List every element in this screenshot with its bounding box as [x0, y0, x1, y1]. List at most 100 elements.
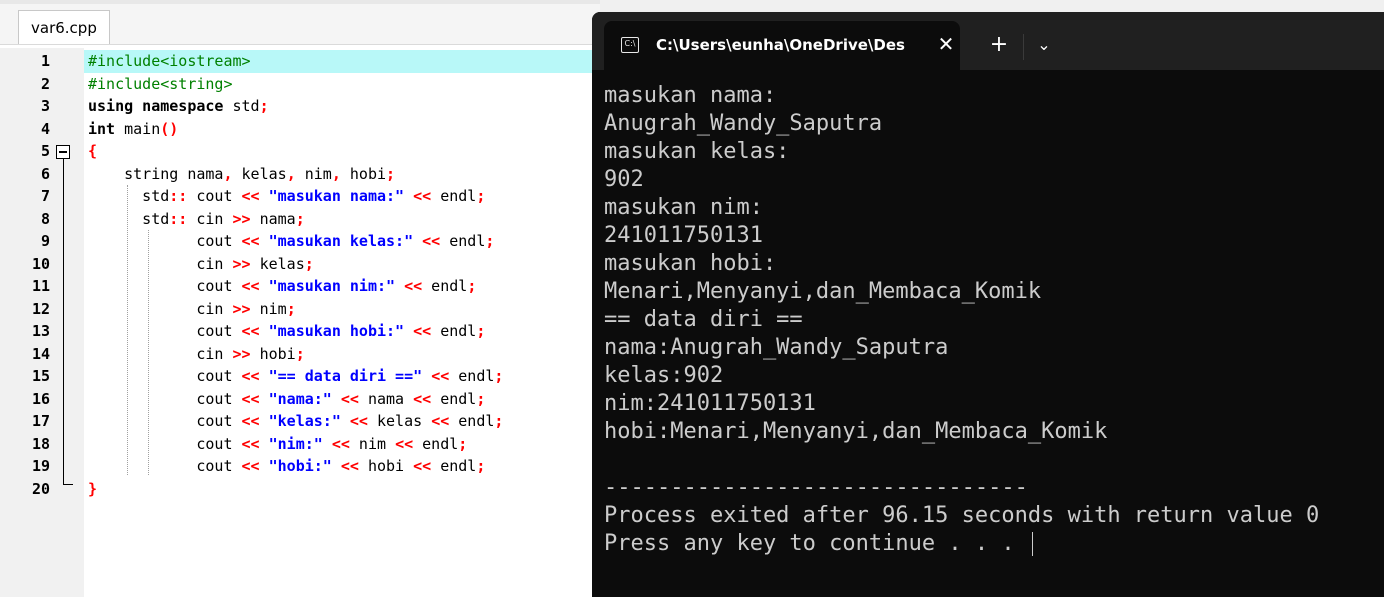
file-tab-var6[interactable]: var6.cpp	[18, 10, 110, 44]
terminal-window: C:\ C:\Users\eunha\OneDrive\Desktop\var6…	[592, 12, 1384, 597]
terminal-line: nama:Anugrah_Wandy_Saputra	[604, 334, 1374, 362]
code-token: string nama	[88, 164, 224, 183]
code-line: 18 cout << "nim:" << nim << endl;	[0, 433, 600, 456]
code-token: nim	[349, 434, 396, 453]
code-token: <<	[413, 389, 432, 408]
code-token: <<	[241, 187, 260, 205]
code-token: "masukan nim:"	[268, 277, 396, 295]
code-token: ::	[169, 209, 188, 228]
code-token: hobi	[250, 344, 296, 363]
code-token: endl	[431, 389, 477, 408]
code-token: >>	[232, 299, 251, 318]
code-token: endl	[413, 434, 459, 453]
line-number: 16	[31, 389, 50, 408]
code-token: #include<iostream>	[88, 52, 251, 70]
code-token: <<	[349, 412, 368, 430]
text-cursor	[1031, 532, 1033, 556]
terminal-line-text: kelas:902	[604, 363, 724, 388]
terminal-line-text: hobi:Menari,Menyanyi,dan_Membaca_Komik	[604, 419, 1108, 444]
terminal-icon: C:\	[621, 37, 639, 53]
chevron-down-icon[interactable]: ⌄	[1032, 26, 1056, 64]
code-token: nim	[250, 299, 287, 318]
code-token: <<	[431, 367, 450, 385]
code-token: <<	[241, 412, 260, 430]
terminal-line: masukan kelas:	[604, 138, 1374, 166]
terminal-line: 241011750131	[604, 222, 1374, 250]
code-token: ;	[476, 322, 486, 340]
terminal-output[interactable]: masukan nama: Anugrah_Wandy_Saputra masuka…	[604, 82, 1374, 558]
terminal-line: masukan nim:	[604, 194, 1374, 222]
code-line: 12 cin >> nim;	[0, 298, 600, 321]
code-token: <<	[413, 457, 432, 475]
code-token: <<	[241, 434, 260, 453]
terminal-line-text: --------------------------------	[604, 475, 1028, 500]
code-token: <<	[241, 277, 260, 295]
code-token: ,	[331, 164, 341, 183]
close-tab-icon[interactable]: ✕	[934, 21, 958, 70]
line-number: 14	[31, 344, 50, 363]
line-number: 17	[31, 412, 50, 430]
terminal-line: kelas:902	[604, 362, 1374, 390]
code-token: cout	[187, 187, 242, 205]
terminal-line: Menari,Menyanyi,dan_Membaca_Komik	[604, 278, 1374, 306]
code-token: <<	[422, 232, 441, 250]
terminal-line-text: nim:241011750131	[604, 391, 816, 416]
code-token: }	[88, 479, 98, 498]
code-text: cin >> kelas;	[88, 253, 313, 276]
code-token: int	[88, 119, 116, 138]
code-token: ()	[160, 119, 179, 138]
code-line: 2 #include<string>	[0, 73, 600, 96]
code-token: endl	[431, 457, 477, 475]
code-token: >>	[232, 209, 251, 228]
code-token: ,	[223, 164, 233, 183]
code-token: <<	[413, 322, 432, 340]
code-line: 19 cout << "hobi:" << hobi << endl;	[0, 455, 600, 478]
code-token: hobi	[358, 457, 414, 475]
code-token: ;	[485, 232, 495, 250]
code-line: 16 cout << "nama:" << nama << endl;	[0, 388, 600, 411]
code-token: std	[88, 209, 170, 228]
code-token: "masukan kelas:"	[268, 232, 414, 250]
indent-guide	[127, 185, 128, 475]
code-token: <<	[340, 389, 359, 408]
fold-collapse-icon[interactable]	[56, 145, 70, 159]
terminal-line-text: 241011750131	[604, 223, 763, 248]
code-line: 11 cout << "masukan nim:" << endl;	[0, 275, 600, 298]
code-line: 13 cout << "masukan hobi:" << endl;	[0, 320, 600, 343]
code-token: "kelas:"	[268, 412, 341, 430]
terminal-tab[interactable]: C:\ C:\Users\eunha\OneDrive\Desktop\var6…	[604, 21, 960, 70]
code-token: endl	[449, 367, 495, 385]
code-token: cout	[88, 389, 242, 408]
code-token: cout	[88, 412, 242, 430]
code-token: ;	[494, 367, 504, 385]
terminal-line-text: masukan nama:	[604, 83, 777, 108]
new-tab-icon[interactable]: +	[987, 26, 1011, 64]
code-text: cout << "masukan nim:" << endl;	[88, 275, 476, 298]
terminal-line-text: 902	[604, 167, 644, 192]
titlebar-separator	[1023, 34, 1024, 60]
line-number: 5	[40, 142, 50, 160]
code-token: endl	[431, 187, 477, 205]
code-token: ;	[295, 344, 305, 363]
code-token: cout	[88, 232, 242, 250]
code-token: ::	[169, 187, 188, 205]
code-token: <<	[241, 367, 260, 385]
terminal-line: hobi:Menari,Menyanyi,dan_Membaca_Komik	[604, 418, 1374, 446]
terminal-line: nim:241011750131	[604, 390, 1374, 418]
line-number: 11	[31, 277, 50, 295]
code-text: std:: cout << "masukan nama:" << endl;	[88, 185, 485, 208]
code-token: cin	[88, 344, 233, 363]
line-number: 4	[40, 119, 50, 138]
code-token: ;	[494, 412, 504, 430]
code-token: endl	[449, 412, 495, 430]
code-token: "masukan nama:"	[268, 187, 405, 205]
code-token: <<	[241, 232, 260, 250]
code-token: "masukan hobi:"	[268, 322, 405, 340]
code-text: int main()	[88, 118, 178, 141]
code-text: cout << "kelas:" << kelas << endl;	[88, 410, 503, 433]
